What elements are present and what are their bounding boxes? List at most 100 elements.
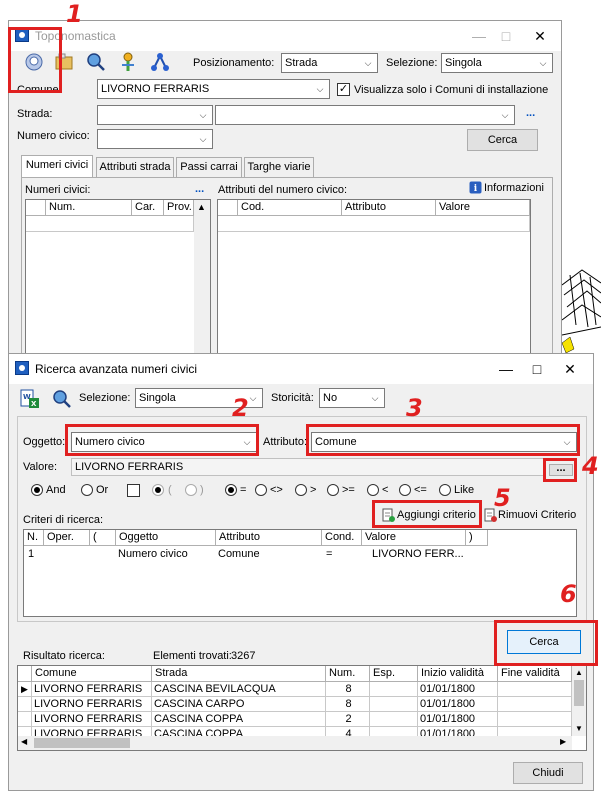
op-gt-radio[interactable] [295, 484, 307, 496]
attributi-grid[interactable]: Cod. Attributo Valore [217, 199, 531, 361]
scroll-up-icon[interactable]: ▲ [197, 202, 206, 212]
topo-cerca-button[interactable]: Cerca [467, 129, 538, 151]
cell-strada: CASCINA CARPO [152, 697, 326, 712]
maximize-icon[interactable]: □ [522, 358, 552, 380]
close-icon[interactable]: ✕ [525, 25, 555, 47]
op-eq-radio[interactable] [225, 484, 237, 496]
comune-select[interactable]: LIVORNO FERRARIS ⌵ [97, 79, 330, 99]
location-pin-icon[interactable] [117, 51, 139, 73]
minimize-icon[interactable]: — [464, 25, 494, 47]
tab-attributi-strada[interactable]: Attributi strada [96, 157, 174, 177]
close-icon[interactable]: ✕ [555, 358, 585, 380]
storicita-select[interactable]: No ⌵ [319, 388, 385, 408]
criteri-grid[interactable]: N. Oper. ( Oggetto Attributo Cond. Valor… [23, 529, 577, 617]
op-ne-radio[interactable] [255, 484, 267, 496]
h-scroll-thumb[interactable] [34, 738, 130, 748]
column-header[interactable]: Num. [326, 666, 370, 682]
column-header[interactable]: Strada [152, 666, 326, 682]
annotation-box-5 [372, 500, 482, 528]
column-header[interactable]: Cond. [322, 530, 362, 546]
scroll-right-icon[interactable]: ▶ [560, 737, 566, 746]
magnifier-globe-icon[interactable] [85, 51, 107, 73]
chiudi-button[interactable]: Chiudi [513, 762, 583, 784]
op-eq-label: = [240, 484, 247, 496]
column-header[interactable]: Comune [32, 666, 152, 682]
informazioni-button[interactable]: Informazioni [484, 182, 544, 194]
numeri-civici-label: Numeri civici: [25, 184, 91, 196]
column-header[interactable]: Fine validità [498, 666, 572, 682]
numeri-civici-more-button[interactable]: ... [195, 183, 204, 195]
cell-n: 1 [28, 548, 35, 560]
vertical-scrollbar[interactable]: ▲ [194, 200, 210, 360]
column-header[interactable]: Car. [132, 200, 164, 216]
results-horizontal-scrollbar[interactable]: ◀ ▶ [18, 736, 572, 750]
chevron-down-icon: ⌵ [539, 58, 547, 68]
column-header[interactable]: N. [24, 530, 44, 546]
op-like-radio[interactable] [439, 484, 451, 496]
and-label: And [46, 484, 66, 496]
op-ge-radio[interactable] [327, 484, 339, 496]
minimize-icon[interactable]: — [491, 358, 521, 380]
maximize-icon[interactable]: □ [491, 25, 521, 47]
criteri-row[interactable]: 1 Numero civico Comune = LIVORNO FERR... [24, 547, 494, 562]
cell-inizio: 01/01/1800 [418, 712, 498, 727]
column-header[interactable]: Cod. [238, 200, 342, 216]
oggetto-label: Oggetto: [23, 436, 66, 448]
column-header[interactable]: Valore [436, 200, 530, 216]
tab-passi-carrai[interactable]: Passi carrai [176, 157, 242, 177]
svg-text:X: X [31, 400, 37, 408]
numero-civico-select[interactable]: ⌵ [97, 129, 213, 149]
scroll-down-icon[interactable]: ▼ [575, 724, 583, 733]
paren-close-radio[interactable] [185, 484, 197, 496]
network-nodes-icon[interactable] [149, 51, 171, 73]
results-grid[interactable]: Comune Strada Num. Esp. Inizio validità … [17, 665, 587, 751]
scroll-thumb[interactable] [574, 680, 584, 706]
annotation-box-2 [65, 424, 259, 456]
op-like-label: Like [454, 484, 475, 496]
cell-fine [498, 712, 572, 727]
results-vertical-scrollbar[interactable]: ▲ ▼ [572, 666, 586, 736]
op-le-radio[interactable] [399, 484, 411, 496]
strada-select[interactable]: ⌵ [215, 105, 515, 125]
op-lt-label: < [382, 484, 389, 496]
strada-more-button[interactable]: ... [526, 107, 535, 119]
table-row[interactable]: ▶ LIVORNO FERRARIS CASCINA BEVILACQUA 8 … [18, 682, 572, 697]
scroll-left-icon[interactable]: ◀ [21, 737, 27, 746]
cell-cond: = [326, 548, 333, 560]
column-header[interactable]: Oper. [44, 530, 90, 546]
or-radio[interactable] [81, 484, 93, 496]
op-lt-radio[interactable] [367, 484, 379, 496]
column-header[interactable]: Prov. [164, 200, 194, 216]
op-ge-label: >= [342, 484, 355, 496]
column-header[interactable]: Num. [46, 200, 132, 216]
tab-targhe-viarie[interactable]: Targhe viarie [244, 157, 314, 177]
numeri-civici-grid[interactable]: Num. Car. Prov. ▲ [25, 199, 211, 361]
scroll-up-icon[interactable]: ▲ [575, 668, 583, 677]
magnifier-globe-icon[interactable] [51, 388, 73, 410]
and-radio[interactable] [31, 484, 43, 496]
posizionamento-value: Strada [285, 57, 318, 69]
strada-type-select[interactable]: ⌵ [97, 105, 213, 125]
parenthesis-checkbox[interactable] [127, 484, 140, 497]
column-header[interactable]: ( [90, 530, 116, 546]
column-header[interactable]: Oggetto [116, 530, 216, 546]
column-header[interactable]: Valore [362, 530, 466, 546]
paren-open-radio[interactable] [152, 484, 164, 496]
column-header[interactable]: Attributo [342, 200, 436, 216]
table-row[interactable]: LIVORNO FERRARIS CASCINA COPPA 2 01/01/1… [18, 712, 572, 727]
column-header[interactable]: Attributo [216, 530, 322, 546]
posizionamento-select[interactable]: Strada ⌵ [281, 53, 378, 73]
selezione-select[interactable]: Singola ⌵ [441, 53, 553, 73]
valore-field[interactable]: LIVORNO FERRARIS [71, 458, 545, 476]
elementi-label: Elementi trovati: [153, 650, 232, 662]
export-word-excel-icon[interactable]: W X [19, 388, 41, 410]
cell-comune: LIVORNO FERRARIS [32, 682, 152, 697]
op-gt-label: > [310, 484, 317, 496]
table-row[interactable]: LIVORNO FERRARIS CASCINA CARPO 8 01/01/1… [18, 697, 572, 712]
visualizza-checkbox[interactable]: ✓ [337, 83, 350, 96]
column-header[interactable]: Inizio validità [418, 666, 498, 682]
column-header[interactable]: Esp. [370, 666, 418, 682]
tab-numeri-civici[interactable]: Numeri civici [21, 155, 93, 177]
row-header-cell [218, 200, 238, 216]
column-header[interactable]: ) [466, 530, 488, 546]
